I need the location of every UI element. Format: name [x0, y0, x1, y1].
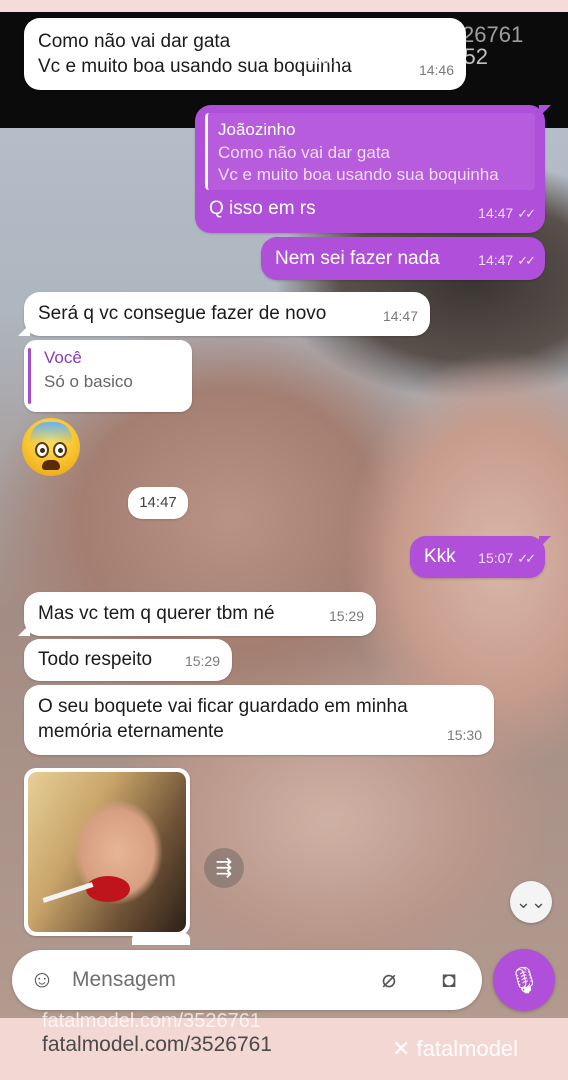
- message-input[interactable]: [72, 962, 372, 998]
- message-outgoing[interactable]: Kkk 15:07 ✓✓: [410, 536, 551, 578]
- watermark-logo-text: fatalmodel: [416, 1036, 519, 1061]
- message-time: 14:47: [382, 308, 418, 324]
- message-time: 14:47 ✓✓: [478, 248, 536, 273]
- message-incoming[interactable]: Todo respeito 15:29: [24, 639, 232, 681]
- top-pink-strip: [0, 0, 568, 12]
- photo-thumbnail[interactable]: [28, 772, 186, 932]
- message-text: Mas vc tem q querer tbm né: [38, 603, 275, 624]
- next-message-peek: [132, 933, 190, 945]
- message-outgoing[interactable]: Nem sei fazer nada 14:47 ✓✓: [261, 237, 545, 280]
- time-label: 14:47: [478, 205, 514, 221]
- message-time: 15:29: [328, 608, 364, 624]
- watermark-top: fatalmodel.com/352: [296, 44, 488, 69]
- message-text: Será q vc consegue fazer de novo: [38, 303, 327, 324]
- message-line: memória eternamente: [38, 721, 224, 742]
- watermark-logo: ✕ fatalmodel: [392, 1036, 519, 1061]
- watermark-bottom: fatalmodel.com/3526761: [42, 1033, 272, 1056]
- camera-icon[interactable]: ◘: [432, 964, 466, 996]
- read-ticks-icon: ✓✓: [517, 551, 536, 566]
- photo-lips: [86, 876, 130, 902]
- quoted-author: Você: [44, 348, 82, 367]
- message-time: 15:07 ✓✓: [478, 546, 536, 571]
- sticker-icon[interactable]: ☺: [28, 966, 56, 994]
- quoted-message[interactable]: Joãozinho Como não vai dar gata Vc e mui…: [205, 113, 535, 190]
- fearful-face-emoji[interactable]: [22, 418, 80, 476]
- emoji-forehead: [30, 422, 72, 444]
- quoted-text: Só o basico: [44, 372, 133, 391]
- mic-icon[interactable]: 🎙: [493, 949, 555, 1011]
- message-incoming[interactable]: Mas vc tem q querer tbm né 15:29: [18, 592, 376, 636]
- emoji-mouth: [42, 460, 60, 470]
- read-ticks-icon: ✓✓: [517, 206, 536, 221]
- message-outgoing[interactable]: Joãozinho Como não vai dar gata Vc e mui…: [195, 105, 551, 233]
- quote-bar: [28, 348, 31, 404]
- emoji-eye: [35, 442, 49, 458]
- quoted-message-incoming[interactable]: Você Só o basico: [24, 340, 192, 412]
- quoted-line: Como não vai dar gata: [218, 143, 390, 162]
- emoji-time: 14:47: [128, 487, 188, 519]
- message-incoming[interactable]: Será q vc consegue fazer de novo 14:47: [18, 292, 430, 336]
- scroll-down-icon[interactable]: ⌄⌄: [510, 881, 552, 923]
- message-time: 14:47 ✓✓: [478, 201, 536, 226]
- quoted-author: Joãozinho: [218, 120, 296, 139]
- message-time: 15:30: [446, 727, 482, 743]
- watermark-ghost: fatalmodel.com/3526761: [42, 1010, 262, 1032]
- quoted-line: Vc e muito boa usando sua boquinha: [218, 165, 499, 184]
- message-time: 15:29: [184, 653, 220, 669]
- emoji-eye: [53, 442, 67, 458]
- photo-message[interactable]: [24, 768, 190, 936]
- message-composer: ☺ ⌀ ◘: [12, 950, 482, 1010]
- forward-icon[interactable]: ⇶: [204, 848, 244, 888]
- attach-icon[interactable]: ⌀: [374, 964, 404, 996]
- read-ticks-icon: ✓✓: [517, 253, 536, 268]
- time-label: 14:47: [478, 252, 514, 268]
- message-line: O seu boquete vai ficar guardado em minh…: [38, 696, 408, 717]
- time-label: 15:07: [478, 550, 514, 566]
- message-incoming[interactable]: O seu boquete vai ficar guardado em minh…: [24, 685, 494, 755]
